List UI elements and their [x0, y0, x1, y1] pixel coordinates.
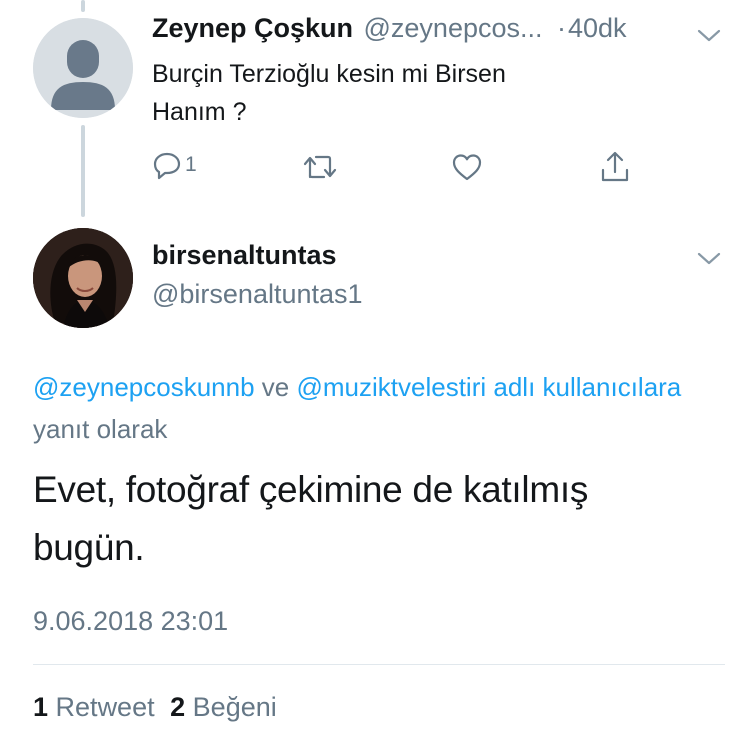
tweet-text: Evet, fotoğraf çekimine de katılmış bugü…	[33, 461, 588, 577]
reply-context: @zeynepcoskunnb ve @muziktvelestiri adlı…	[33, 366, 723, 450]
chevron-down-icon	[697, 252, 721, 265]
default-avatar-icon	[33, 18, 133, 118]
avatar-photo[interactable]	[33, 228, 133, 328]
reply-button[interactable]: 1	[152, 150, 197, 180]
thread-line-middle	[81, 125, 85, 217]
like-stat[interactable]: 2 Beğeni	[170, 692, 277, 722]
reply-text: Burçin Terzioğlu kesin mi Birsen Hanım ?	[152, 55, 506, 131]
avatar[interactable]	[33, 18, 133, 118]
retweet-stat[interactable]: 1 Retweet	[33, 692, 162, 722]
reply-header: Zeynep Çoşkun @zeynepcos... ·40dk	[152, 13, 627, 44]
like-label: Beğeni	[192, 692, 277, 722]
retweet-label: Retweet	[55, 692, 155, 722]
reply-context-suffix: yanıt olarak	[33, 414, 168, 444]
retweet-icon	[303, 155, 337, 179]
mention-link[interactable]: @zeynepcoskunnb	[33, 372, 255, 402]
main-menu-button[interactable]	[695, 248, 723, 268]
user-handle[interactable]: @zeynepcos...	[364, 13, 543, 43]
retweet-count: 1	[33, 692, 49, 722]
main-handle[interactable]: @birsenaltuntas1	[152, 279, 363, 310]
share-button[interactable]	[599, 150, 631, 184]
reply-text-line2: Hanım ?	[152, 98, 247, 126]
chevron-down-icon	[697, 29, 721, 42]
reply-text-line1: Burçin Terzioğlu kesin mi Birsen	[152, 60, 506, 88]
thread-line-top	[81, 0, 85, 12]
tweet-text-line1: Evet, fotoğraf çekimine de katılmış	[33, 469, 589, 510]
users-link[interactable]: kullanıcılara	[543, 372, 682, 402]
tweet-text-line2: bugün.	[33, 527, 145, 568]
reply-icon	[153, 152, 181, 180]
retweet-button[interactable]	[302, 152, 338, 182]
like-icon	[452, 154, 482, 181]
divider	[33, 664, 725, 665]
display-name[interactable]: birsenaltuntas	[152, 240, 337, 270]
main-display-name[interactable]: birsenaltuntas	[152, 240, 337, 271]
like-button[interactable]	[451, 152, 483, 182]
like-count: 2	[170, 692, 186, 722]
share-icon	[601, 151, 629, 182]
separator: ·	[556, 13, 566, 43]
reply-context-connector: ve	[261, 372, 290, 402]
user-handle[interactable]: @birsenaltuntas1	[152, 279, 363, 309]
display-name[interactable]: Zeynep Çoşkun	[152, 13, 353, 43]
reply-count: 1	[185, 153, 197, 176]
mention-link-suffix[interactable]: adlı	[493, 372, 535, 402]
tweet-stats: 1 Retweet 2 Beğeni	[33, 692, 277, 723]
tweet-timestamp[interactable]: 9.06.2018 23:01	[33, 606, 228, 637]
reply-menu-button[interactable]	[695, 25, 723, 45]
tweet-time[interactable]: 40dk	[568, 13, 627, 43]
mention-link[interactable]: @muziktvelestiri	[296, 372, 486, 402]
profile-photo-icon	[33, 228, 133, 328]
